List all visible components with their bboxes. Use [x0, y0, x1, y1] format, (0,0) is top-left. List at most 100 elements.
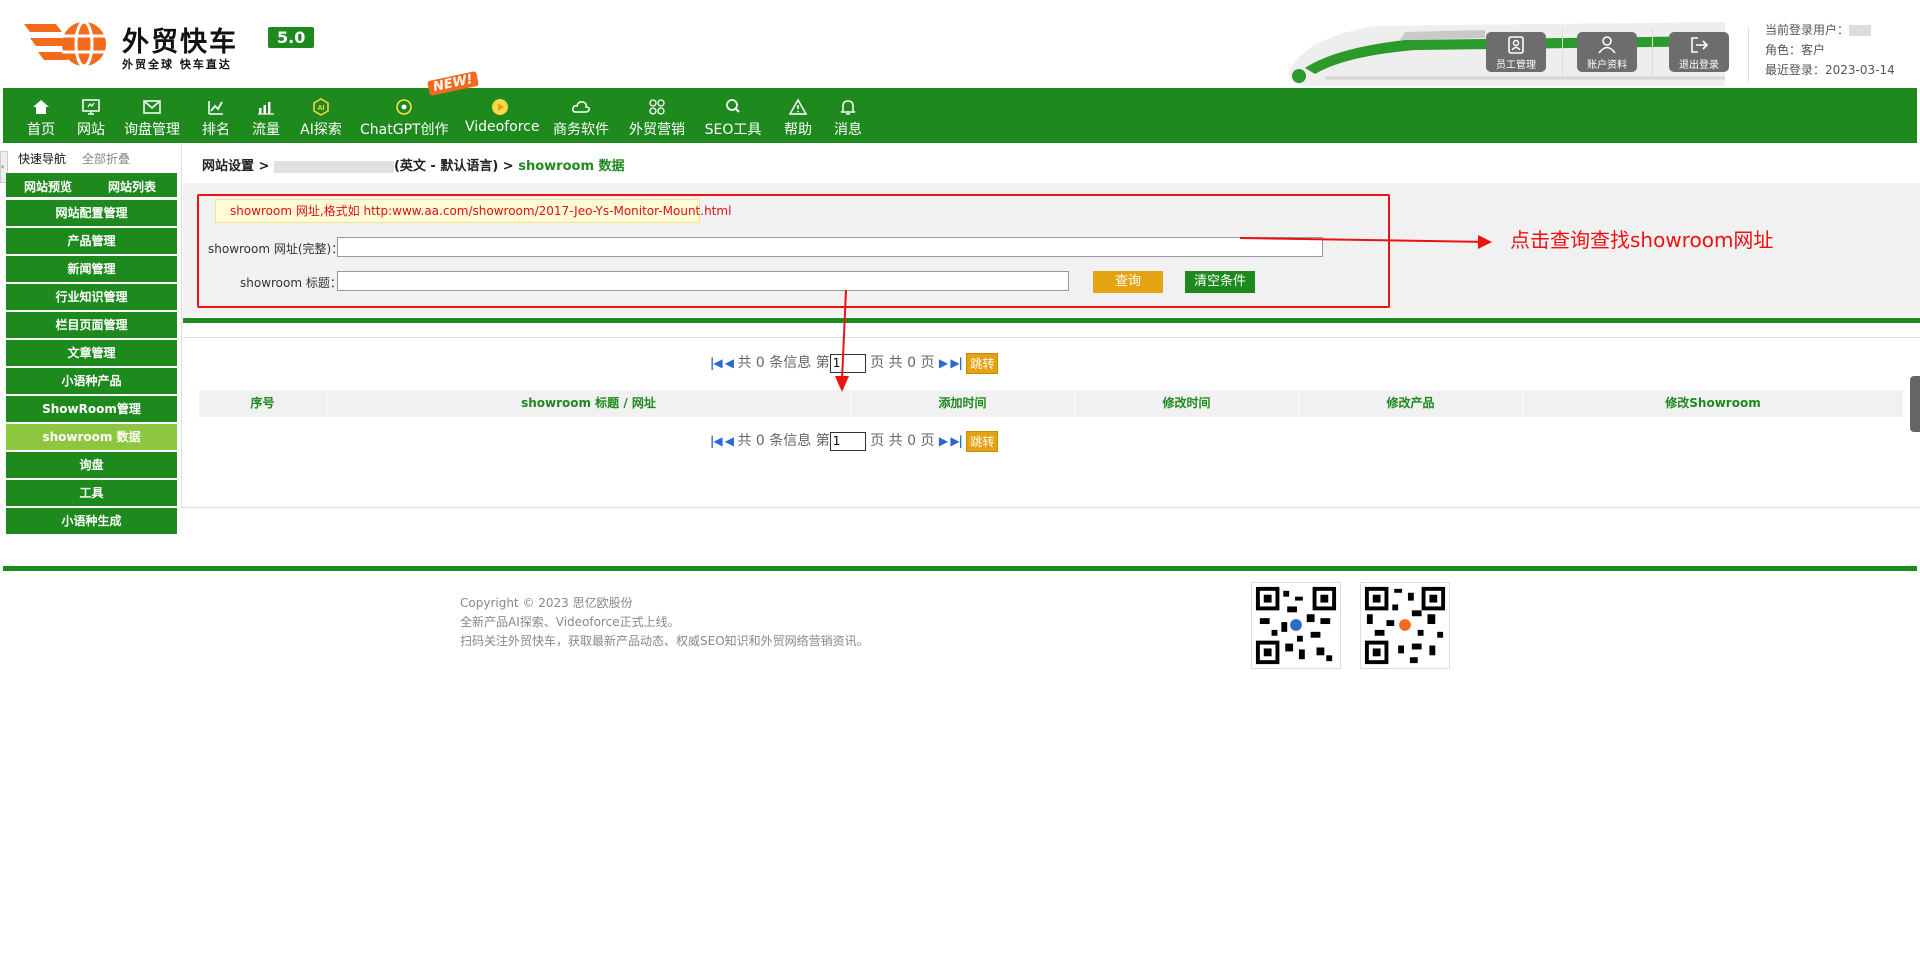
nav-home[interactable]: 首页: [21, 88, 61, 143]
logo-icon: [24, 20, 106, 68]
col-title-url: showroom 标题 / 网址: [327, 390, 851, 417]
quick-nav-label: 快速导航: [18, 152, 67, 166]
page-number-input[interactable]: 1: [829, 431, 866, 451]
footer-divider: [3, 566, 1917, 571]
warning-icon: [788, 98, 808, 115]
svg-text:AI: AI: [318, 105, 325, 112]
logout-icon: [1691, 37, 1709, 53]
pager-top: |◀ ◀ 共 0 条信息 第1 页 共 0 页 ▶ ▶| 跳转: [710, 352, 999, 374]
nav-website[interactable]: 网站: [71, 88, 111, 143]
col-edit-showroom: 修改Showroom: [1665, 396, 1761, 410]
nav-seo-tools-label: SEO工具: [704, 122, 762, 138]
qr-code-icon: [1251, 582, 1341, 669]
sidebar-item-showroom-data[interactable]: showroom 数据: [6, 424, 177, 450]
nav-business-software-label: 商务软件: [553, 122, 609, 138]
annotation-text: 点击查询查找showroom网址: [1510, 228, 1774, 252]
sidebar-item-tools[interactable]: 工具: [6, 480, 177, 506]
nav-traffic[interactable]: 流量: [246, 88, 286, 143]
sidebar-item-articles[interactable]: 文章管理: [6, 340, 177, 366]
col-edit-product: 修改产品: [1299, 390, 1523, 417]
nav-business-software[interactable]: 商务软件: [551, 88, 611, 143]
home-icon: [33, 100, 49, 114]
sidebar-item-industry-knowledge[interactable]: 行业知识管理: [6, 284, 177, 310]
last-login-label: 最近登录：: [1765, 63, 1826, 77]
nav-chatgpt[interactable]: ChatGPT创作: [360, 88, 449, 143]
first-prev-page-icons[interactable]: |◀ ◀: [710, 434, 734, 448]
nav-messages[interactable]: 消息: [828, 88, 868, 143]
logout-button[interactable]: 退出登录: [1669, 32, 1729, 72]
nav-website-label: 网站: [77, 122, 105, 138]
role-label: 角色：: [1765, 43, 1802, 57]
collapse-all-link[interactable]: 全部折叠: [82, 150, 130, 167]
logo-subtitle: 外贸全球 快车直达: [122, 58, 232, 71]
col-index: 序号: [199, 390, 327, 417]
table-header: 序号 showroom 标题 / 网址 添加时间 修改时间 修改产品 修改Sho…: [199, 390, 1903, 417]
logout-label: 退出登录: [1679, 60, 1719, 71]
breadcrumb-language[interactable]: (英文 - 默认语言) >: [394, 159, 514, 174]
video-icon: [492, 99, 508, 115]
sidebar-item-column-pages[interactable]: 栏目页面管理: [6, 312, 177, 338]
staff-management-label: 员工管理: [1496, 60, 1536, 71]
sidebar-header: ‹ 快速导航 全部折叠: [0, 143, 177, 183]
sidebar-item-minor-language-generate[interactable]: 小语种生成: [6, 508, 177, 534]
header-divider: [1748, 28, 1749, 82]
nav-seo-tools[interactable]: SEO工具: [703, 88, 763, 143]
nav-home-label: 首页: [27, 122, 55, 138]
logo-title: 外贸快车: [122, 27, 238, 58]
divider-bar: [183, 318, 1920, 323]
nav-messages-label: 消息: [834, 122, 862, 138]
logo[interactable]: 外贸快车 外贸全球 快车直达 5.0: [22, 16, 322, 72]
jump-button[interactable]: 跳转: [966, 352, 999, 374]
nav-inquiry[interactable]: 询盘管理: [121, 88, 183, 143]
first-prev-page-icons[interactable]: |◀ ◀: [710, 356, 734, 370]
divider-line: [183, 337, 1920, 338]
footer-announcement: 全新产品AI探索、Videoforce正式上线。: [460, 615, 680, 629]
nav-videoforce[interactable]: Videoforce: [465, 88, 540, 143]
nav-ranking[interactable]: 排名: [196, 88, 236, 143]
pager-bottom: |◀ ◀ 共 0 条信息 第1 页 共 0 页 ▶ ▶| 跳转: [710, 430, 999, 452]
sidebar-item-products[interactable]: 产品管理: [6, 228, 177, 254]
jump-button[interactable]: 跳转: [966, 430, 999, 452]
breadcrumb-current: showroom 数据: [518, 159, 625, 174]
annotation-highlight-box: [197, 194, 1390, 308]
sidebar-item-inquiry[interactable]: 询盘: [6, 452, 177, 478]
staff-icon: [1508, 36, 1524, 54]
site-preview-link[interactable]: 网站预览: [24, 178, 72, 195]
account-info-button[interactable]: 账户资料: [1577, 32, 1637, 72]
qr-code-icon: [1360, 582, 1450, 669]
role-value: 客户: [1801, 43, 1826, 57]
monitor-icon: [82, 99, 100, 115]
nav-videoforce-label: Videoforce: [465, 119, 540, 135]
nav-ai-label: AI探索: [300, 122, 342, 138]
header-divider: [1652, 28, 1653, 82]
next-last-page-icons[interactable]: ▶ ▶|: [939, 434, 963, 448]
marketing-icon: [649, 99, 665, 115]
nav-traffic-label: 流量: [252, 122, 280, 138]
ranking-icon: [208, 101, 223, 115]
pager-suffix: 页 共 0 页: [870, 355, 935, 371]
sidebar-item-minor-language-products[interactable]: 小语种产品: [6, 368, 177, 394]
username-redacted: [1849, 25, 1872, 36]
nav-marketing[interactable]: 外贸营销: [627, 88, 687, 143]
breadcrumb-root[interactable]: 网站设置 >: [202, 159, 269, 174]
sidebar-item-site-config[interactable]: 网站配置管理: [6, 200, 177, 226]
current-user-label: 当前登录用户：: [1765, 23, 1850, 37]
next-last-page-icons[interactable]: ▶ ▶|: [939, 356, 963, 370]
side-floating-tab[interactable]: [1910, 376, 1920, 432]
bar-chart-icon: [258, 102, 274, 115]
pager-suffix: 页 共 0 页: [870, 433, 935, 449]
site-list-link[interactable]: 网站列表: [108, 178, 156, 195]
account-icon: [1598, 36, 1616, 54]
sidebar-item-showroom-management[interactable]: ShowRoom管理: [6, 396, 177, 422]
nav-help[interactable]: 帮助: [778, 88, 818, 143]
page-number-input[interactable]: 1: [829, 353, 866, 373]
col-added-time: 添加时间: [851, 390, 1075, 417]
nav-help-label: 帮助: [784, 122, 812, 138]
staff-management-button[interactable]: 员工管理: [1486, 32, 1546, 72]
sidebar-item-news[interactable]: 新闻管理: [6, 256, 177, 282]
bell-icon: [840, 100, 856, 115]
pager-prefix: 共 0 条信息 第: [737, 433, 830, 449]
last-login-value: 2023-03-14: [1825, 63, 1895, 77]
pager-prefix: 共 0 条信息 第: [737, 355, 830, 371]
nav-ai[interactable]: AI AI探索: [296, 88, 346, 143]
